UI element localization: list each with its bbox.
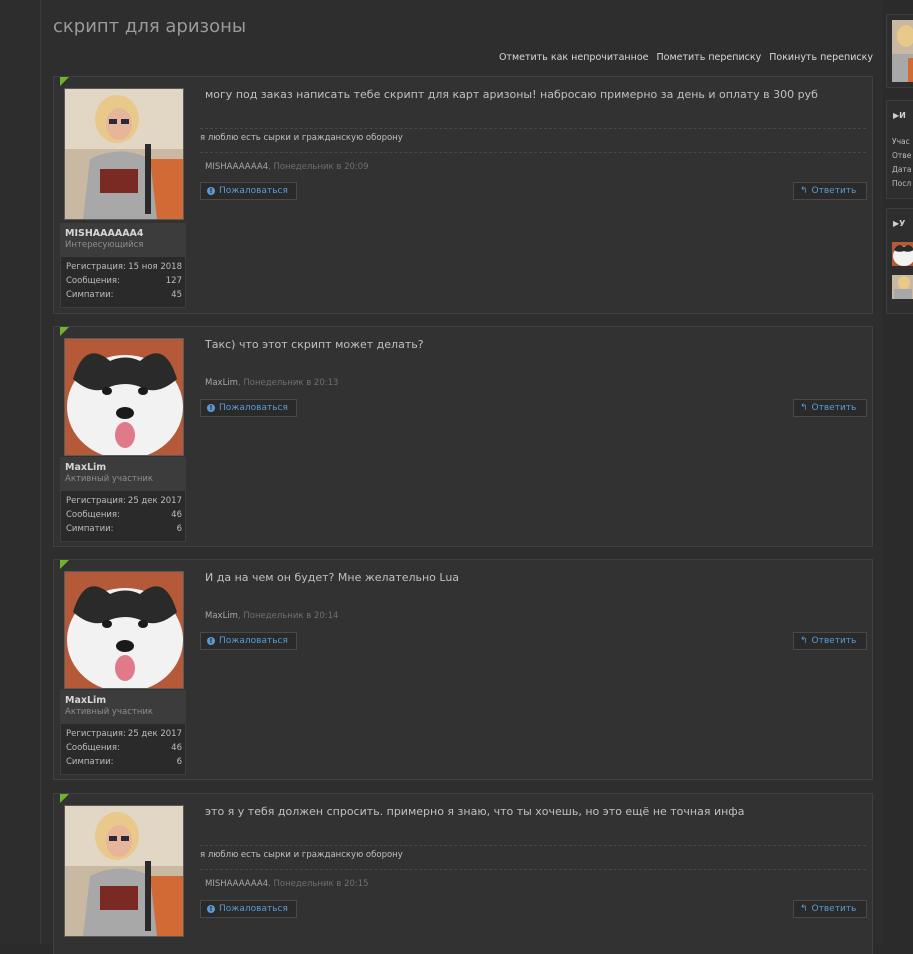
avatar[interactable] xyxy=(64,338,184,456)
stat-registration: Регистрация: 25 дек 2017 xyxy=(66,729,182,739)
user-stats: Регистрация: 25 дек 2017 Сообщения: 46 Сим… xyxy=(60,723,186,775)
message-text: это я у тебя должен спросить. примерно я… xyxy=(205,805,745,818)
signature: я люблю есть сырки и гражданскую оборону xyxy=(200,128,866,153)
stat-registration: Регистрация: 25 дек 2017 xyxy=(66,496,182,506)
post-corner-marker xyxy=(60,327,69,336)
user-title: Активный участник xyxy=(65,474,154,484)
sidebar-avatar-block xyxy=(886,14,913,88)
post-meta: MISHAAAAAA4, Понедельник в 20:15 xyxy=(205,879,369,889)
alert-icon: ! xyxy=(207,637,215,645)
message-text: И да на чем он будет? Мне желательно Lua xyxy=(205,571,460,584)
post-author[interactable]: MaxLim xyxy=(205,611,238,621)
post-corner-marker xyxy=(60,77,69,86)
username-box: MISHAAAAAA4 Интересующийся xyxy=(60,223,186,256)
report-button[interactable]: ! Пожаловаться xyxy=(200,182,297,200)
sidebar-info-header: ▶И xyxy=(893,111,906,120)
mark-unread-link[interactable]: Отметить как непрочитанное xyxy=(499,52,649,63)
username-box: MaxLim Активный участник xyxy=(60,690,186,723)
avatar[interactable] xyxy=(64,571,184,689)
post-date[interactable]: Понедельник в 20:09 xyxy=(274,162,369,172)
avatar[interactable] xyxy=(64,805,184,937)
message-text: Такс) что этот скрипт может делать? xyxy=(205,338,424,351)
thread-main: скрипт для аризоны Отметить как непрочит… xyxy=(41,0,883,954)
post-date[interactable]: Понедельник в 20:14 xyxy=(243,611,338,621)
username[interactable]: MaxLim xyxy=(65,462,106,473)
alert-icon: ! xyxy=(207,404,215,412)
stat-likes: Симпатии: 45 xyxy=(66,290,182,300)
report-button[interactable]: ! Пожаловаться xyxy=(200,900,297,918)
participant-avatar[interactable] xyxy=(892,242,913,266)
post-date[interactable]: Понедельник в 20:13 xyxy=(243,378,338,388)
stat-likes: Симпатии: 6 xyxy=(66,524,182,534)
stat-likes: Симпатии: 6 xyxy=(66,757,182,767)
reply-button[interactable]: ↰ Ответить xyxy=(793,182,867,200)
user-title: Активный участник xyxy=(65,707,154,717)
thread-title: скрипт для аризоны xyxy=(53,16,247,37)
post-corner-marker xyxy=(60,560,69,569)
post-1: MISHAAAAAA4 Интересующийся Регистрация: 1… xyxy=(53,76,873,314)
alert-icon: ! xyxy=(207,905,215,913)
participant-avatar[interactable] xyxy=(892,275,913,299)
post-3: MaxLim Активный участник Регистрация: 25 … xyxy=(53,559,873,780)
reply-arrow-icon: ↰ xyxy=(800,904,808,914)
username-box: MaxLim Активный участник xyxy=(60,457,186,490)
post-4: это я у тебя должен спросить. примерно я… xyxy=(53,793,873,954)
alert-icon: ! xyxy=(207,187,215,195)
username[interactable]: MaxLim xyxy=(65,695,106,706)
sidebar-participants-header: ▶У xyxy=(893,219,906,228)
stat-registration: Регистрация: 15 ноя 2018 xyxy=(66,262,182,272)
stat-messages: Сообщения: 127 xyxy=(66,276,182,286)
sidebar-avatar[interactable] xyxy=(892,20,913,82)
username[interactable]: MISHAAAAAA4 xyxy=(65,228,144,239)
post-meta: MISHAAAAAA4, Понедельник в 20:09 xyxy=(205,162,369,172)
sidebar-participants-block: ▶У xyxy=(886,208,913,314)
sidebar-info-block: ▶И Учас Отве Дата Посл xyxy=(886,100,913,199)
reply-button[interactable]: ↰ Ответить xyxy=(793,900,867,918)
post-author[interactable]: MISHAAAAAA4 xyxy=(205,162,268,172)
post-date[interactable]: Понедельник в 20:15 xyxy=(274,879,369,889)
report-button[interactable]: ! Пожаловаться xyxy=(200,399,297,417)
message-text: могу под заказ написать тебе скрипт для … xyxy=(205,88,818,101)
stat-messages: Сообщения: 46 xyxy=(66,743,182,753)
reply-arrow-icon: ↰ xyxy=(800,186,808,196)
reply-button[interactable]: ↰ Ответить xyxy=(793,632,867,650)
sidebar-info-line: Учас xyxy=(892,137,910,146)
thread-actions: Отметить как непрочитанное Пометить пере… xyxy=(499,52,873,63)
stat-messages: Сообщения: 46 xyxy=(66,510,182,520)
user-title: Интересующийся xyxy=(65,240,144,250)
post-2: MaxLim Активный участник Регистрация: 25 … xyxy=(53,326,873,547)
post-author[interactable]: MaxLim xyxy=(205,378,238,388)
user-stats: Регистрация: 25 дек 2017 Сообщения: 46 Сим… xyxy=(60,490,186,542)
reply-button[interactable]: ↰ Ответить xyxy=(793,399,867,417)
leave-conversation-link[interactable]: Покинуть переписку xyxy=(769,52,873,63)
post-author[interactable]: MISHAAAAAA4 xyxy=(205,879,268,889)
reply-arrow-icon: ↰ xyxy=(800,403,808,413)
tag-conversation-link[interactable]: Пометить переписку xyxy=(657,52,762,63)
left-rail xyxy=(0,0,41,944)
reply-arrow-icon: ↰ xyxy=(800,636,808,646)
sidebar-info-line: Посл xyxy=(892,179,912,188)
sidebar-info-line: Отве xyxy=(892,151,912,160)
sidebar-info-line: Дата xyxy=(892,165,912,174)
signature: я люблю есть сырки и гражданскую оборону xyxy=(200,845,866,870)
post-meta: MaxLim, Понедельник в 20:13 xyxy=(205,378,339,388)
post-corner-marker xyxy=(60,794,69,803)
avatar[interactable] xyxy=(64,88,184,220)
post-meta: MaxLim, Понедельник в 20:14 xyxy=(205,611,339,621)
report-button[interactable]: ! Пожаловаться xyxy=(200,632,297,650)
user-stats: Регистрация: 15 ноя 2018 Сообщения: 127 Си… xyxy=(60,256,186,308)
